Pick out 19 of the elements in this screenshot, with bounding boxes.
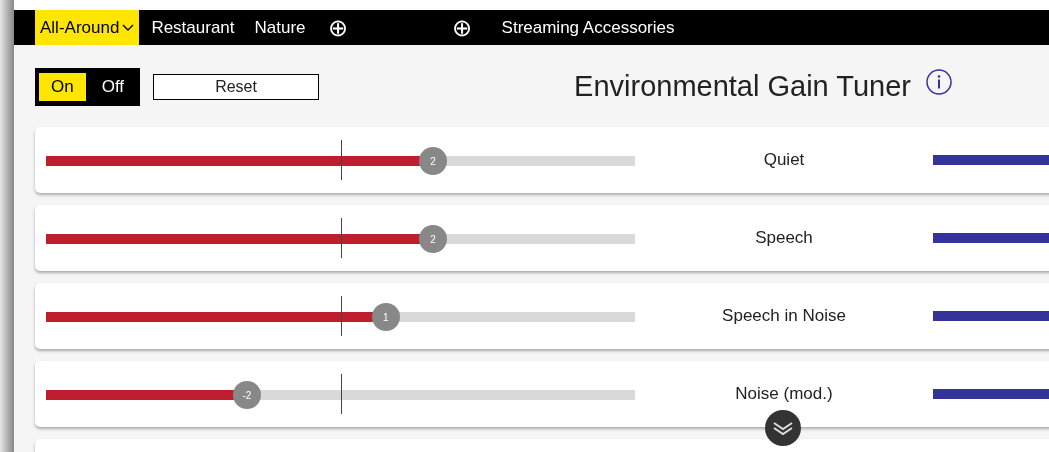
gain-slider[interactable]: 1 bbox=[46, 292, 635, 340]
page-title: Environmental Gain Tuner bbox=[574, 69, 911, 105]
power-option[interactable]: On bbox=[39, 73, 86, 101]
double-chevron-down-icon bbox=[772, 420, 794, 436]
environment-name: Noise (mod.) bbox=[734, 383, 834, 406]
chevron-down-icon bbox=[122, 23, 135, 32]
gain-slider[interactable]: 2 bbox=[46, 214, 635, 262]
gain-slider[interactable]: -2 bbox=[46, 370, 635, 418]
environment-name: Quiet bbox=[762, 149, 806, 172]
slider-thumb[interactable]: -2 bbox=[232, 381, 261, 409]
slider-thumb[interactable]: 1 bbox=[371, 303, 400, 331]
environment-name: Speech bbox=[754, 227, 814, 250]
info-icon[interactable] bbox=[924, 68, 953, 96]
slider-thumb[interactable]: 2 bbox=[418, 225, 447, 253]
slider-thumb[interactable]: 2 bbox=[418, 147, 447, 175]
reset-button[interactable]: Reset bbox=[153, 74, 320, 100]
environment-name: Speech in Noise bbox=[721, 305, 847, 328]
preset-tab[interactable]: All-Around bbox=[35, 10, 140, 45]
gain-slider[interactable]: 2 bbox=[46, 136, 635, 184]
